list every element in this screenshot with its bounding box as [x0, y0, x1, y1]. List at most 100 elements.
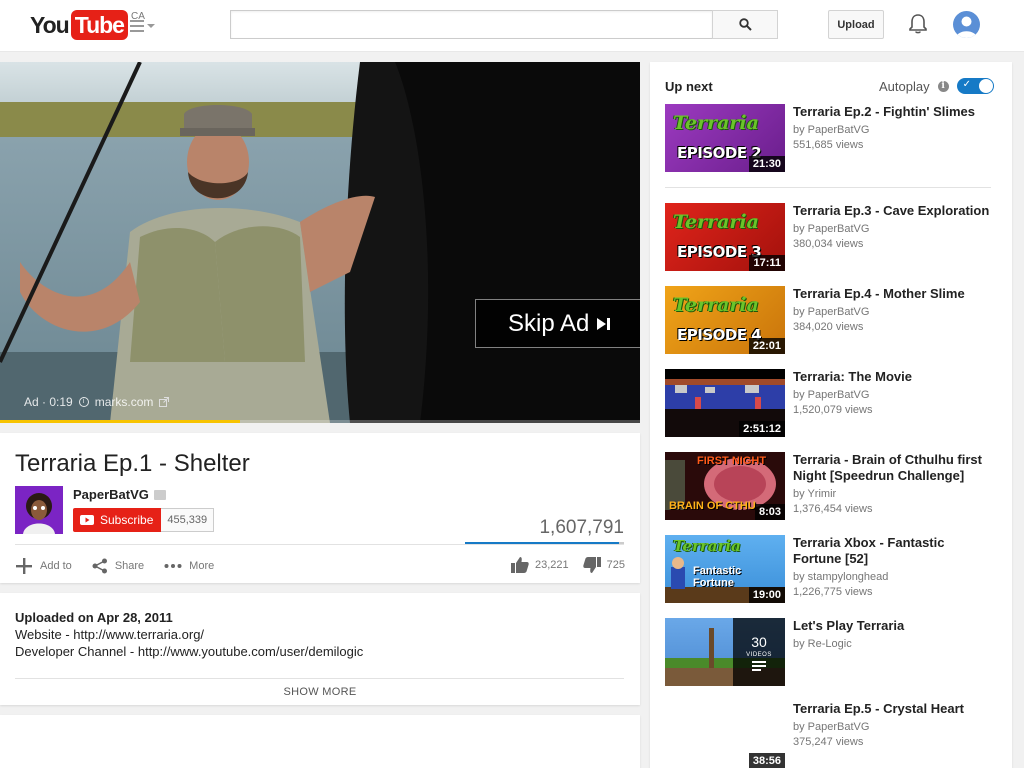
- upload-button[interactable]: Upload: [828, 10, 884, 39]
- video-views: 1,376,454 views: [793, 503, 873, 515]
- playlist-icon: [752, 660, 766, 671]
- thumb-down-icon[interactable]: [582, 557, 601, 573]
- playlist-thumbnail[interactable]: 30 VIDEOS: [665, 618, 785, 686]
- recommendation-item[interactable]: Terraria EPISODE 2 21:30 Terraria Ep.2 -…: [665, 104, 995, 172]
- recommendation-item[interactable]: Terraria EPISODE 3 17:11 Terraria Ep.3 -…: [665, 203, 995, 271]
- ad-progress-fill: [0, 420, 240, 423]
- playlist-channel: by Re-Logic: [793, 638, 852, 650]
- divider: [15, 678, 624, 679]
- video-title-link[interactable]: Terraria Ep.4 - Mother Slime: [793, 286, 993, 302]
- recommendation-item[interactable]: 38:56 Terraria Ep.5 - Crystal Heart by P…: [665, 701, 995, 768]
- video-title-link[interactable]: Terraria Ep.2 - Fightin' Slimes: [793, 104, 993, 120]
- external-link-icon[interactable]: [159, 397, 170, 407]
- avatar-icon: [956, 16, 977, 38]
- guide-menu-button[interactable]: [130, 18, 156, 36]
- recommendation-item[interactable]: 2:51:12 Terraria: The Movie by PaperBatV…: [665, 369, 995, 437]
- video-channel: by Yrimir: [793, 488, 837, 500]
- description-card: Uploaded on Apr 28, 2011 Website - http:…: [0, 593, 640, 705]
- video-title: Terraria Ep.1 - Shelter: [15, 450, 250, 477]
- terraria-logo: Terraria: [673, 112, 759, 134]
- video-views: 384,020 views: [793, 321, 864, 333]
- ad-countdown: Ad · 0:19: [24, 395, 73, 409]
- subscribe-button[interactable]: Subscribe: [73, 508, 162, 532]
- recommendation-item[interactable]: Terraria EPISODE 4 22:01 Terraria Ep.4 -…: [665, 286, 995, 354]
- description-website: Website - http://www.terraria.org/: [15, 627, 205, 642]
- divider: [665, 187, 991, 188]
- search-input[interactable]: [230, 10, 713, 39]
- skip-ad-label: Skip Ad: [508, 309, 590, 337]
- video-duration: 38:56: [748, 753, 785, 768]
- skip-icon: [597, 317, 607, 330]
- info-icon[interactable]: i: [78, 397, 89, 407]
- recommendation-playlist[interactable]: 30 VIDEOS Let's Play Terraria by Re-Logi…: [665, 618, 995, 686]
- recommendation-item[interactable]: Terraria Fantastic Fortune 19:00 Terrari…: [665, 535, 995, 603]
- video-actions: Add to Share More: [15, 557, 214, 575]
- video-thumbnail[interactable]: Terraria EPISODE 3 17:11: [665, 203, 785, 271]
- channel-name: PaperBatVG: [73, 487, 149, 502]
- video-title-link[interactable]: Terraria - Brain of Cthulhu first Night …: [793, 452, 993, 484]
- video-channel: by PaperBatVG: [793, 389, 870, 401]
- video-player[interactable]: Skip Ad Ad · 0:19 i marks.com: [0, 62, 640, 423]
- autoplay-label: Autoplay: [879, 78, 930, 94]
- youtube-logo[interactable]: You Tube CA: [30, 10, 145, 40]
- subscribe-label: Subscribe: [100, 513, 154, 527]
- video-duration: 17:11: [749, 255, 785, 271]
- bell-icon: [909, 14, 927, 34]
- video-thumbnail[interactable]: 38:56: [665, 701, 785, 768]
- channel-avatar[interactable]: [15, 486, 63, 534]
- skip-ad-button[interactable]: Skip Ad: [475, 299, 640, 348]
- autoplay-control: Autoplay i ✓: [879, 78, 994, 94]
- share-button[interactable]: Share: [92, 557, 144, 575]
- video-thumbnail[interactable]: Terraria EPISODE 4 22:01: [665, 286, 785, 354]
- video-views: 1,520,079 views: [793, 404, 873, 416]
- video-title-link[interactable]: Terraria Ep.5 - Crystal Heart: [793, 701, 993, 717]
- channel-name-link[interactable]: PaperBatVG: [73, 487, 166, 502]
- subscribe-widget: Subscribe 455,339: [73, 508, 215, 532]
- video-title-link[interactable]: Terraria Xbox - Fantastic Fortune [52]: [793, 535, 993, 567]
- masthead: You Tube CA Upload: [0, 0, 1024, 52]
- upload-date: Uploaded on Apr 28, 2011: [15, 610, 173, 625]
- add-to-label: Add to: [40, 560, 72, 572]
- search-button[interactable]: [712, 10, 778, 39]
- video-thumbnail[interactable]: Terraria Fantastic Fortune 19:00: [665, 535, 785, 603]
- recommendation-item[interactable]: FIRST NIGHT BRAIN OF CTHU 8:03 Terraria …: [665, 452, 995, 520]
- show-more-button[interactable]: SHOW MORE: [0, 686, 640, 698]
- video-thumbnail[interactable]: Terraria EPISODE 2 21:30: [665, 104, 785, 172]
- description-developer-channel: Developer Channel - http://www.youtube.c…: [15, 644, 364, 659]
- info-icon[interactable]: i: [937, 80, 949, 92]
- like-count: 23,221: [535, 559, 569, 571]
- thumbnail-text-bottom: BRAIN OF CTHU: [669, 500, 756, 512]
- more-button[interactable]: More: [164, 557, 214, 575]
- video-duration: 19:00: [748, 587, 785, 603]
- dislike-count: 725: [606, 559, 626, 571]
- ad-progress-bar[interactable]: [0, 420, 640, 423]
- divider: [15, 544, 624, 545]
- video-channel: by stampylonghead: [793, 571, 889, 583]
- video-thumbnail[interactable]: FIRST NIGHT BRAIN OF CTHU 8:03: [665, 452, 785, 520]
- video-channel: by PaperBatVG: [793, 223, 870, 235]
- terraria-logo: Terraria: [673, 294, 759, 316]
- video-channel: by PaperBatVG: [793, 721, 870, 733]
- notifications-button[interactable]: [906, 12, 930, 41]
- thumbnail-text: Fantastic Fortune: [693, 565, 742, 589]
- more-icon: [164, 564, 182, 568]
- add-icon: [16, 558, 32, 574]
- like-dislike-group: 23,221 725: [511, 557, 625, 573]
- thumb-up-icon[interactable]: [511, 557, 529, 573]
- playlist-title-link[interactable]: Let's Play Terraria: [793, 618, 993, 634]
- video-title-link[interactable]: Terraria: The Movie: [793, 369, 993, 385]
- autoplay-toggle[interactable]: ✓: [956, 78, 994, 94]
- video-views: 380,034 views: [793, 238, 864, 250]
- video-duration: 8:03: [754, 504, 785, 520]
- terraria-logo: Terraria: [673, 211, 759, 233]
- logo-you-text: You: [30, 12, 70, 38]
- ad-domain-link[interactable]: marks.com: [95, 395, 154, 409]
- add-to-button[interactable]: Add to: [15, 557, 72, 575]
- video-title-link[interactable]: Terraria Ep.3 - Cave Exploration: [793, 203, 993, 219]
- chevron-down-icon: [147, 23, 155, 28]
- video-info-card: Terraria Ep.1 - Shelter PaperBatVG Subsc…: [0, 433, 640, 583]
- share-label: Share: [114, 560, 145, 572]
- thumbnail-text-top: FIRST NIGHT: [697, 455, 767, 467]
- account-avatar[interactable]: [953, 11, 980, 38]
- video-thumbnail[interactable]: 2:51:12: [665, 369, 785, 437]
